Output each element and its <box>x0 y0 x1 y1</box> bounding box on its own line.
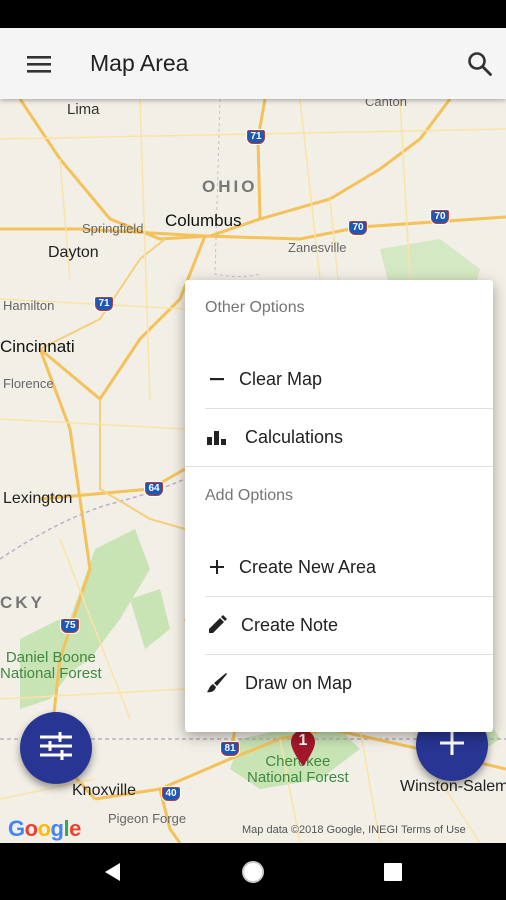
marker-number: 1 <box>298 732 308 749</box>
interstate-shield: 75 <box>60 618 80 634</box>
interstate-shield: 40 <box>161 786 181 802</box>
bar-chart-icon <box>205 425 229 449</box>
menu-item-label: Calculations <box>245 426 344 447</box>
interstate-shield: 71 <box>246 129 266 145</box>
app-bar: Map Area <box>0 28 506 99</box>
plus-icon <box>438 729 466 762</box>
back-triangle-icon[interactable] <box>99 858 127 886</box>
map-label-pigeon-forge: Pigeon Forge <box>108 811 187 826</box>
minus-icon <box>205 367 229 391</box>
filter-fab-button[interactable] <box>20 712 92 784</box>
home-circle-icon[interactable] <box>239 858 267 886</box>
options-popup-menu: Other Options Clear Map Calculations Add… <box>185 280 493 732</box>
map-label-daniel-boone: Daniel Boone National Forest <box>0 649 102 682</box>
map-label-lima: Lima <box>67 101 100 118</box>
interstate-shield: 64 <box>144 481 164 497</box>
menu-item-label: Clear Map <box>239 368 323 389</box>
map-label-zanesville: Zanesville <box>288 240 347 255</box>
map-marker[interactable]: 1 <box>289 729 317 767</box>
pencil-icon <box>205 613 229 637</box>
menu-item-create-note[interactable]: Create Note <box>205 596 493 654</box>
tune-sliders-icon <box>38 731 74 766</box>
map-label-canton: Canton <box>365 99 407 109</box>
section-header-other-options: Other Options <box>205 299 305 316</box>
menu-item-clear-map[interactable]: Clear Map <box>205 350 493 408</box>
page-title: Map Area <box>90 50 189 76</box>
search-icon[interactable] <box>462 48 498 80</box>
section-header-add-options: Add Options <box>205 487 294 504</box>
map-label-ohio: OHIO <box>202 177 258 196</box>
google-logo: Google <box>8 816 81 841</box>
map-label-cincinnati: Cincinnati <box>0 337 75 356</box>
menu-item-label: Create Note <box>241 614 339 635</box>
menu-item-create-new-area[interactable]: Create New Area <box>205 538 493 596</box>
map-label-knoxville: Knoxville <box>72 782 137 799</box>
map-label-lexington: Lexington <box>3 490 73 507</box>
map-label-kentucky: CKY <box>0 593 45 612</box>
divider <box>185 466 493 467</box>
system-nav-bar <box>0 843 506 900</box>
map-label-dayton: Dayton <box>48 244 99 261</box>
status-bar <box>0 0 506 28</box>
hamburger-menu-icon[interactable] <box>18 50 60 78</box>
map-label-florence: Florence <box>3 376 54 391</box>
menu-item-calculations[interactable]: Calculations <box>205 408 493 466</box>
interstate-shield: 71 <box>94 296 114 312</box>
menu-item-label: Create New Area <box>239 556 377 577</box>
plus-icon <box>205 555 229 579</box>
recents-square-icon[interactable] <box>379 858 407 886</box>
interstate-shield: 81 <box>220 741 240 757</box>
interstate-shield: 70 <box>430 209 450 225</box>
map-label-hamilton: Hamilton <box>3 298 55 313</box>
menu-item-draw-on-map[interactable]: Draw on Map <box>205 654 493 712</box>
brush-icon <box>205 671 229 695</box>
interstate-shield: 70 <box>348 220 368 236</box>
map-label-columbus: Columbus <box>165 211 242 230</box>
map-label-springfield: Springfield <box>82 221 144 236</box>
map-attribution[interactable]: Map data ©2018 Google, INEGI Terms of Us… <box>242 824 466 836</box>
menu-item-label: Draw on Map <box>245 672 353 693</box>
